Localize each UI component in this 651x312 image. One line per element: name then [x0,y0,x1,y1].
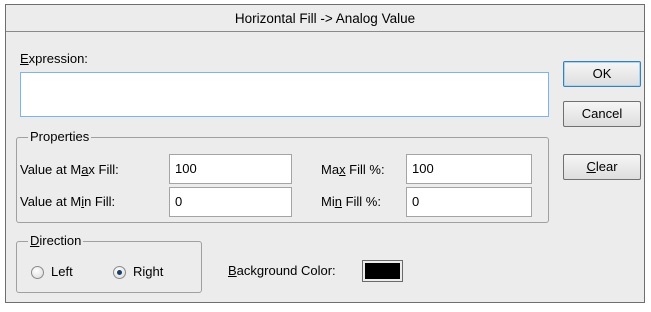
background-color-label: Background Color: [228,263,336,278]
value-at-min-fill-input[interactable]: 0 [169,187,292,217]
title-bar: Horizontal Fill -> Analog Value [6,5,644,32]
cancel-button[interactable]: Cancel [563,101,641,127]
direction-right-radio[interactable] [113,266,126,279]
max-fill-pct-input[interactable]: 100 [406,154,532,184]
value-at-max-fill-input[interactable]: 100 [169,154,292,184]
direction-left-radio[interactable] [31,266,44,279]
value-at-min-fill-label: Value at Min Fill: [20,194,116,209]
direction-group-label: Direction [28,233,84,249]
radio-selected-dot [117,270,122,275]
value-at-max-fill-label: Value at Max Fill: [20,162,119,177]
clear-button[interactable]: Clear [563,154,641,180]
background-color-fill [365,263,400,279]
window-title: Horizontal Fill -> Analog Value [234,11,416,26]
min-fill-pct-label: Min Fill %: [321,194,381,209]
expression-input[interactable] [20,72,549,117]
direction-left-label[interactable]: Left [51,264,73,280]
max-fill-pct-label: Max Fill %: [321,162,385,177]
dialog-window: Horizontal Fill -> Analog Value Expressi… [5,4,645,303]
ok-button[interactable]: OK [563,61,641,87]
expression-label: Expression: [20,51,88,66]
min-fill-pct-input[interactable]: 0 [406,187,532,217]
background-color-swatch[interactable] [362,260,403,282]
direction-right-label[interactable]: Right [133,264,163,280]
properties-group-label: Properties [28,129,92,145]
